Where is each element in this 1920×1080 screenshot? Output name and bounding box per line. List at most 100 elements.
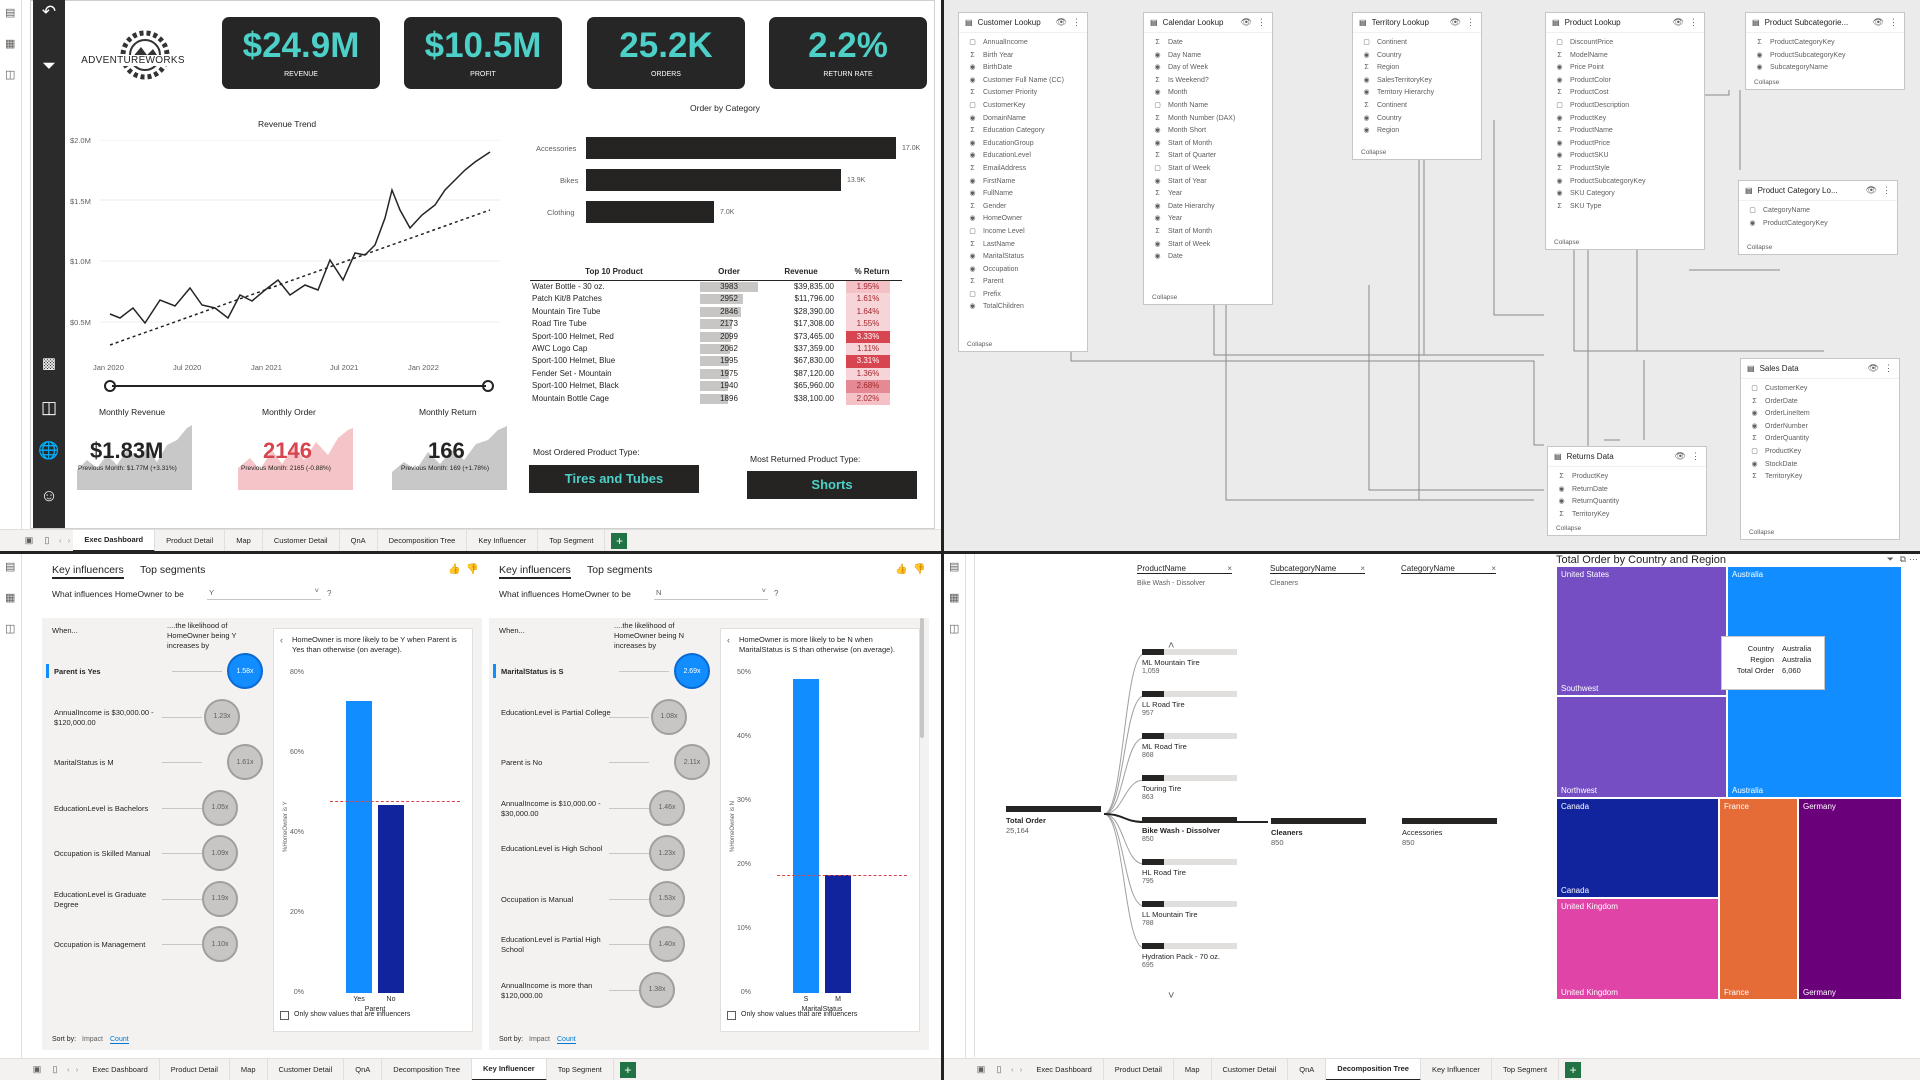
influencer-label[interactable]: EducationLevel is High School [501, 844, 611, 854]
influencer-label[interactable]: AnnualIncome is more than $120,000.00 [501, 981, 611, 1001]
field-row[interactable]: ◉ ProductSubcategoryKey [1556, 176, 1645, 189]
field-row[interactable]: ◉ Occupation [969, 264, 1064, 277]
more-options-icon[interactable]: ⋮ [1257, 17, 1266, 28]
tab-product-detail[interactable]: Product Detail [155, 529, 226, 551]
field-row[interactable]: Σ Birth Year [969, 50, 1064, 63]
influence-bubble[interactable]: 1.58x [227, 653, 263, 689]
cat-bar[interactable] [1402, 818, 1497, 824]
field-row[interactable]: ◉ FirstName [969, 176, 1064, 189]
tab-decomposition-tree[interactable]: Decomposition Tree [382, 1058, 472, 1080]
more-options-icon[interactable]: ⋮ [1072, 17, 1081, 28]
tab-top-segment[interactable]: Top Segment [1492, 1058, 1560, 1080]
revenue-trend-chart[interactable] [100, 140, 500, 360]
field-row[interactable]: Σ ModelName [1556, 50, 1646, 63]
thumbs-down-icon[interactable]: 👎 [466, 564, 478, 575]
tab-key-influencer[interactable]: Key Influencer [467, 529, 539, 551]
influencer-label[interactable]: Occupation is Manual [501, 895, 611, 905]
field-row[interactable]: Σ Month Number (DAX) [1154, 113, 1235, 126]
field-row[interactable]: Σ OrderDate [1751, 396, 1810, 409]
table-card[interactable]: ▤ Calendar Lookup 👁 ⋮ Σ Date ◉ Day Name ◉ Day of … [1143, 12, 1273, 305]
field-row[interactable]: ▢ DiscountPrice [1556, 37, 1646, 50]
bar-chart-icon[interactable]: ▩ [33, 354, 65, 372]
influence-bubble[interactable]: 1.05x [202, 789, 238, 826]
tab-customer-detail[interactable]: Customer Detail [268, 1058, 345, 1080]
field-row[interactable]: ▢ Start of Week [1154, 163, 1235, 176]
tab-map[interactable]: Map [1174, 1058, 1212, 1080]
field-row[interactable]: Σ EmailAddress [969, 163, 1064, 176]
field-row[interactable]: ◉ SKU Category [1556, 188, 1646, 201]
tab-product-detail[interactable]: Product Detail [1104, 1058, 1174, 1080]
field-row[interactable]: ◉ ProductColor [1556, 75, 1646, 88]
tab-key-influencers[interactable]: Key influencers [499, 564, 571, 579]
node-bar[interactable] [1142, 859, 1164, 865]
influencer-label[interactable]: Parent is Yes [54, 667, 164, 677]
field-row[interactable]: Σ Region [1363, 62, 1434, 75]
collapse-link[interactable]: Collapse [1554, 239, 1579, 246]
collapse-link[interactable]: Collapse [1556, 525, 1581, 532]
more-options-icon[interactable]: ⋮ [1689, 17, 1698, 28]
sort-impact-button[interactable]: Impact [82, 1036, 103, 1043]
field-row[interactable]: ◉ DomainName [969, 113, 1064, 126]
col-order[interactable]: Order [698, 267, 760, 280]
table-row[interactable]: Sport-100 Helmet, Black 1940 $65,960.00 2.6… [530, 380, 902, 393]
field-row[interactable]: ◉ ProductSubcategoryKey [1756, 50, 1845, 63]
collapse-link[interactable]: Collapse [1747, 244, 1772, 251]
field-row[interactable]: ◉ Day Name [1154, 50, 1235, 63]
treemap-cell[interactable]: United Kingdom United Kingdom [1556, 898, 1719, 1000]
field-row[interactable]: ◉ OrderLineItem [1751, 408, 1809, 421]
collapse-link[interactable]: Collapse [967, 341, 992, 348]
table-card[interactable]: ▤ Customer Lookup 👁 ⋮ ▢ AnnualIncome Σ Birth Ye… [958, 12, 1088, 352]
collapse-link[interactable]: Collapse [1152, 294, 1177, 301]
tab-prev-icon[interactable]: ‹ [67, 1065, 70, 1074]
influence-bubble[interactable]: 1.09x [202, 835, 238, 871]
influence-bubble[interactable]: 1.08x [651, 698, 687, 735]
model-view-icon[interactable]: ◫ [5, 70, 16, 81]
influencer-label[interactable]: Parent is No [501, 758, 611, 768]
more-options-icon[interactable]: ⋮ [1691, 451, 1700, 462]
field-row[interactable]: ◉ Start of Year [1154, 176, 1235, 189]
node-bar[interactable] [1142, 775, 1164, 781]
table-row[interactable]: Sport-100 Helmet, Blue 1995 $67,830.00 3.31… [530, 355, 902, 368]
field-row[interactable]: Σ ProductCategoryKey [1756, 37, 1846, 50]
field-row[interactable]: Σ ProductKey [1558, 471, 1619, 484]
visibility-icon[interactable]: 👁 [1868, 363, 1879, 374]
col-revenue[interactable]: Revenue [760, 267, 842, 280]
target-value-dropdown[interactable]: Y ˅ [207, 586, 321, 600]
col-return[interactable]: % Return [842, 267, 902, 280]
field-row[interactable]: Σ SKU Type [1556, 201, 1646, 214]
tab-next-icon[interactable]: › [76, 1065, 79, 1074]
field-row[interactable]: ◉ Start of Week [1154, 239, 1235, 252]
field-row[interactable]: Σ OrderQuantity [1751, 433, 1810, 446]
influencer-bar[interactable] [793, 679, 819, 993]
node-bar[interactable] [1142, 901, 1164, 907]
field-row[interactable]: ◉ TotalChildren [969, 301, 1064, 314]
category-bar[interactable] [586, 169, 841, 191]
tab-qna[interactable]: QnA [344, 1058, 383, 1080]
sub-bar[interactable] [1271, 818, 1366, 824]
only-influencers-checkbox[interactable] [280, 1011, 289, 1020]
tab-key-influencer[interactable]: Key Influencer [1421, 1058, 1492, 1080]
field-row[interactable]: Σ Parent [969, 276, 1064, 289]
mobile-view-icon[interactable]: ▯ [38, 535, 56, 546]
desktop-view-icon[interactable]: ▣ [20, 535, 38, 546]
field-row[interactable]: ▢ CustomerKey [1751, 383, 1810, 396]
tab-top-segments[interactable]: Top segments [140, 564, 205, 576]
tab-map[interactable]: Map [225, 529, 263, 551]
field-row[interactable]: ◉ Month Short [1154, 125, 1235, 138]
table-card[interactable]: ▤ Product Category Lo... 👁 ⋮ ▢ CategoryName ◉ P… [1738, 180, 1898, 255]
visibility-icon[interactable]: 👁 [1873, 17, 1884, 28]
category-bar[interactable] [586, 201, 714, 223]
users-icon[interactable]: ☺ [33, 486, 65, 506]
field-row[interactable]: Σ Continent [1363, 100, 1434, 113]
field-row[interactable]: ◉ FullName [969, 188, 1064, 201]
table-row[interactable]: Road Tire Tube 2173 $17,308.00 1.55% [530, 318, 902, 331]
influencer-label[interactable]: AnnualIncome is $10,000.00 - $30,000.00 [501, 799, 611, 819]
tab-decomposition-tree[interactable]: Decomposition Tree [1326, 1058, 1421, 1080]
visibility-icon[interactable]: 👁 [1675, 451, 1686, 462]
more-options-icon[interactable]: ⋯ [1909, 554, 1918, 565]
node-bar[interactable] [1142, 943, 1164, 949]
model-view-icon[interactable]: ◫ [5, 624, 16, 635]
influence-bubble[interactable]: 1.40x [649, 926, 685, 962]
table-card[interactable]: ▤ Sales Data 👁 ⋮ ▢ CustomerKey Σ OrderDate ◉ Orde… [1740, 358, 1900, 540]
field-row[interactable]: Σ ProductCost [1556, 87, 1646, 100]
